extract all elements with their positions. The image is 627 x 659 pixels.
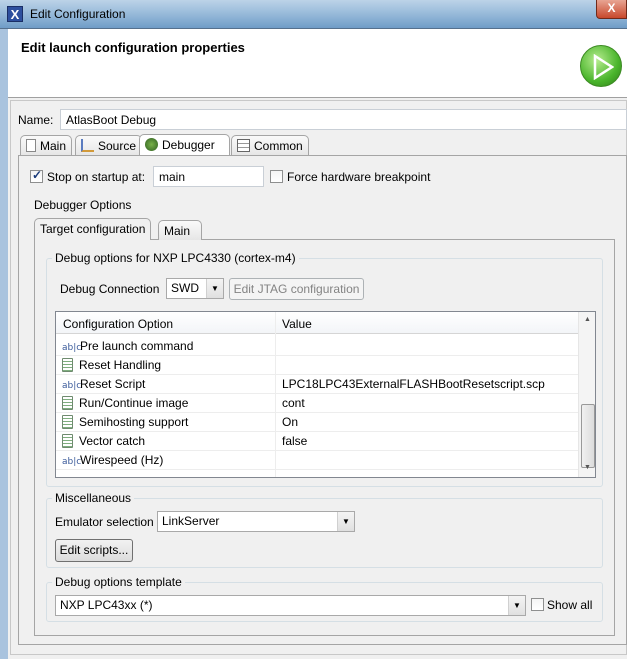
tab-common[interactable]: Common [231, 135, 309, 155]
chevron-down-icon: ▼ [337, 512, 354, 531]
table-row[interactable]: ab|cWirespeed (Hz) [56, 451, 578, 470]
debug-connection-select[interactable]: SWD ▼ [166, 278, 224, 299]
scroll-down-icon[interactable]: ▼ [584, 464, 591, 471]
scroll-up-icon[interactable]: ▲ [584, 316, 591, 323]
tab-debugger[interactable]: Debugger [139, 134, 230, 155]
name-input[interactable] [60, 109, 627, 130]
run-icon [580, 45, 622, 87]
option-name: Reset Handling [79, 358, 162, 372]
table-row[interactable]: Reset Handling [56, 356, 578, 375]
debug-options-template-label: Debug options template [52, 575, 185, 589]
option-name: Wirespeed (Hz) [80, 453, 164, 467]
column-header-value[interactable]: Value [282, 317, 312, 331]
table-icon [237, 139, 250, 152]
header-title: Edit launch configuration properties [21, 40, 245, 55]
debug-connection-label: Debug Connection [60, 282, 160, 296]
table-row[interactable]: Semihosting support On [56, 413, 578, 432]
table-row[interactable]: Vector catch false [56, 432, 578, 451]
option-name: Vector catch [79, 434, 146, 448]
text-icon: ab|c [62, 381, 82, 391]
option-value: cont [282, 396, 305, 410]
tab-label: Source [98, 139, 137, 153]
tab-target-configuration[interactable]: Target configuration [34, 218, 152, 240]
list-icon [62, 415, 73, 429]
text-icon: ab|c [62, 457, 82, 467]
show-all-label: Show all [547, 598, 593, 612]
file-icon [26, 139, 36, 152]
name-label-text: Name: [18, 113, 54, 127]
option-name: Semihosting support [79, 415, 189, 429]
name-label: Name: [18, 113, 53, 127]
tab-inner-main[interactable]: Main [158, 220, 202, 240]
emulator-selection-label: Emulator selection [55, 515, 154, 529]
list-icon [62, 396, 73, 410]
tab-main[interactable]: Main [20, 135, 73, 155]
chevron-down-icon: ▼ [206, 279, 223, 298]
option-name: Reset Script [80, 377, 146, 391]
tab-label: Main [40, 139, 67, 153]
table-scrollbar[interactable]: ▲ ▼ [578, 312, 595, 477]
option-value: false [282, 434, 308, 448]
tab-label: Target configuration [40, 222, 146, 236]
table-header: Configuration Option Value [56, 312, 578, 334]
table-row[interactable]: Run/Continue image cont [56, 394, 578, 413]
option-value: On [282, 415, 299, 429]
edit-scripts-button[interactable]: Edit scripts... [55, 539, 133, 562]
tab-label: Main [164, 224, 191, 238]
option-value: LPC18LPC43ExternalFLASHBootResetscript.s… [282, 377, 545, 391]
list-icon [62, 434, 73, 448]
tab-label: Common [254, 139, 303, 153]
option-name: Pre launch command [80, 339, 194, 353]
text-icon: ab|c [62, 343, 82, 353]
stop-on-startup-label: Stop on startup at: [47, 170, 146, 184]
debug-connection-value: SWD [171, 281, 199, 295]
list-icon [62, 358, 73, 372]
stop-on-startup-input[interactable] [153, 166, 264, 187]
debug-options-template-select[interactable]: NXP LPC43xx (*) ▼ [55, 595, 526, 616]
column-header-option[interactable]: Configuration Option [63, 317, 173, 331]
header: Edit launch configuration properties [8, 29, 627, 98]
source-icon [81, 139, 94, 152]
show-all-checkbox[interactable] [531, 598, 544, 611]
window-title: Edit Configuration [30, 7, 126, 21]
emulator-selection-select[interactable]: LinkServer ▼ [157, 511, 355, 532]
table-row[interactable]: ab|cReset Script LPC18LPC43ExternalFLASHB… [56, 375, 578, 394]
bug-icon [145, 138, 158, 151]
close-button[interactable]: X [596, 0, 627, 19]
app-icon: X [7, 6, 23, 22]
debug-options-group-label: Debug options for NXP LPC4330 (cortex-m4… [52, 251, 299, 265]
table-row[interactable]: ab|cPre launch command [56, 337, 578, 356]
chevron-down-icon: ▼ [508, 596, 525, 615]
miscellaneous-label: Miscellaneous [52, 491, 135, 505]
template-value: NXP LPC43xx (*) [60, 598, 153, 612]
option-name: Run/Continue image [79, 396, 189, 410]
edit-jtag-button[interactable]: Edit JTAG configuration [229, 278, 364, 300]
config-options-table: Configuration Option Value ab|cPre launc… [55, 311, 596, 478]
tab-source[interactable]: Source [75, 135, 143, 155]
emulator-value: LinkServer [162, 514, 220, 528]
force-hw-breakpoint-checkbox[interactable] [270, 170, 283, 183]
stop-on-startup-checkbox[interactable] [30, 168, 43, 183]
scrollbar-thumb[interactable] [581, 404, 595, 468]
debugger-options-label: Debugger Options [34, 198, 132, 212]
tab-label: Debugger [162, 138, 215, 152]
force-hw-breakpoint-label: Force hardware breakpoint [287, 170, 431, 184]
